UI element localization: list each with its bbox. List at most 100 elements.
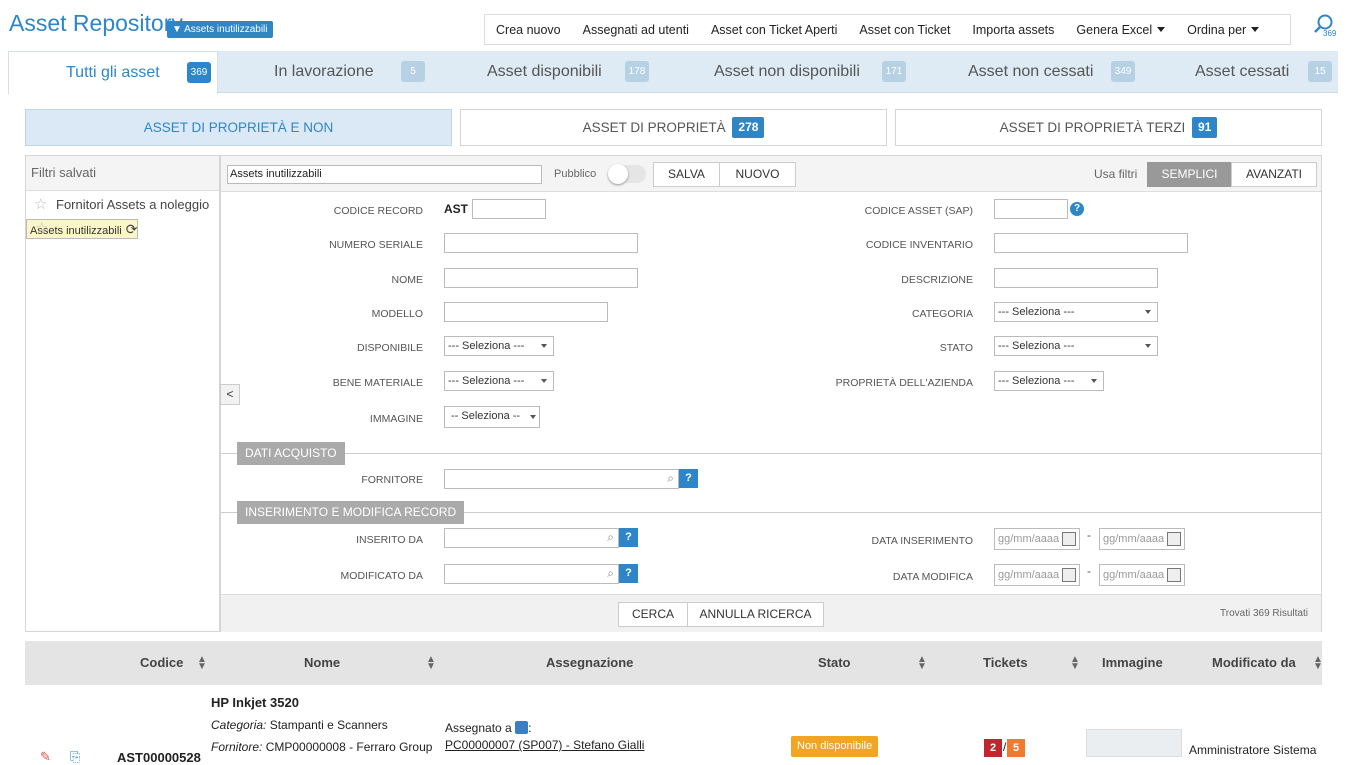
row-name[interactable]: HP Inkjet 3520 — [211, 695, 299, 710]
active-filter-badge[interactable]: ▼ Assets inutilizzabili — [167, 21, 273, 38]
calendar-icon[interactable] — [1062, 568, 1076, 582]
assegnato-link[interactable]: PC00000007 (SP007) - Stefano Gialli — [445, 738, 644, 752]
saved-filter-item[interactable]: ☆ Assets inutilizzabili ⟳ — [26, 219, 139, 239]
help-icon[interactable]: ? — [1070, 202, 1084, 216]
data-inserimento-label: DATA INSERIMENTO — [871, 535, 973, 547]
menu-assegnati[interactable]: Assegnati ad utenti — [572, 23, 700, 37]
menu-crea-nuovo[interactable]: Crea nuovo — [485, 23, 572, 37]
star-icon[interactable]: ☆ — [34, 191, 47, 219]
public-toggle[interactable] — [608, 164, 646, 184]
date-placeholder: gg/mm/aaaa — [1103, 533, 1165, 545]
codice-inventario-input[interactable] — [994, 233, 1188, 253]
copy-icon[interactable]: ⎘ — [70, 749, 80, 765]
proprieta-azienda-select[interactable]: --- Seleziona --- — [994, 371, 1104, 391]
disponibile-select[interactable]: --- Seleziona --- — [444, 336, 554, 356]
row-modificato: Amministratore Sistema — [1189, 743, 1317, 757]
calendar-icon[interactable] — [1167, 532, 1181, 546]
categoria-select[interactable]: --- Seleziona --- — [994, 302, 1158, 322]
filter-name-input[interactable]: Assets inutilizzabili — [227, 165, 542, 184]
asset-thumbnail[interactable] — [1086, 729, 1182, 757]
help-icon[interactable]: ? — [619, 528, 638, 547]
new-button[interactable]: NUOVO — [719, 162, 796, 187]
simple-filters-button[interactable]: SEMPLICI — [1147, 162, 1232, 187]
stato-select[interactable]: --- Seleziona --- — [994, 336, 1158, 356]
public-label: Pubblico — [554, 168, 597, 180]
tab-tutti[interactable]: Tutti gli asset 369 — [8, 51, 218, 94]
proprieta-azienda-label: PROPRIETÀ DELL'AZIENDA — [835, 377, 973, 389]
ownership-own-button[interactable]: ASSET DI PROPRIETÀ 278 — [460, 109, 887, 146]
inserito-da-label: INSERITO DA — [356, 534, 423, 546]
data-inserimento-to[interactable]: gg/mm/aaaa — [1099, 528, 1185, 550]
ownership-all-button[interactable]: ASSET DI PROPRIETÀ E NON — [25, 109, 452, 146]
sort-icon[interactable]: ▲ ▼ — [197, 655, 207, 672]
search-icon[interactable]: ⌕ — [607, 566, 614, 581]
calendar-icon[interactable] — [1167, 568, 1181, 582]
tab-in-lavorazione[interactable]: In lavorazione 5 — [218, 51, 438, 93]
data-modifica-to[interactable]: gg/mm/aaaa — [1099, 564, 1185, 586]
menu-ticket-aperti[interactable]: Asset con Ticket Aperti — [700, 23, 848, 37]
sort-icon[interactable]: ▲ ▼ — [1070, 655, 1080, 672]
row-code[interactable]: AST00000528 — [117, 750, 201, 765]
chevron-down-icon — [530, 415, 536, 419]
codice-asset-label: CODICE ASSET (SAP) — [864, 205, 973, 217]
modello-input[interactable] — [444, 302, 608, 322]
advanced-filters-button[interactable]: AVANZATI — [1231, 162, 1317, 187]
help-icon[interactable]: ? — [619, 564, 638, 583]
col-modificato-da[interactable]: Modificato da — [1212, 641, 1296, 685]
app-title: Asset Repository — [9, 10, 183, 36]
tab-non-disponibili[interactable]: Asset non disponibili 171 — [658, 51, 908, 93]
tab-non-cessati[interactable]: Asset non cessati 349 — [908, 51, 1148, 93]
codice-record-input[interactable] — [472, 199, 546, 219]
calendar-icon[interactable] — [1062, 532, 1076, 546]
refresh-icon[interactable]: ⟳ — [126, 220, 138, 238]
tickets-open-badge[interactable]: 2 — [984, 739, 1002, 757]
save-button[interactable]: SALVA — [653, 162, 720, 187]
menu-genera-excel[interactable]: Genera Excel — [1065, 23, 1176, 37]
search-count: 369 — [1323, 29, 1337, 38]
results-count: Trovati 369 Risultati — [1220, 608, 1308, 619]
menu-con-ticket[interactable]: Asset con Ticket — [848, 23, 961, 37]
nome-input[interactable] — [444, 268, 638, 288]
codice-asset-input[interactable] — [994, 199, 1068, 219]
tab-count: 5 — [401, 61, 425, 82]
search-icon[interactable]: ⌕ — [607, 530, 614, 545]
data-modifica-from[interactable]: gg/mm/aaaa — [994, 564, 1080, 586]
menu-importa[interactable]: Importa assets — [961, 23, 1065, 37]
ownership-third-party-button[interactable]: ASSET DI PROPRIETÀ TERZI 91 — [895, 109, 1322, 146]
sort-icon[interactable]: ▲ ▼ — [1313, 655, 1323, 672]
data-inserimento-from[interactable]: gg/mm/aaaa — [994, 528, 1080, 550]
date-placeholder: gg/mm/aaaa — [998, 569, 1060, 581]
tab-disponibili[interactable]: Asset disponibili 178 — [438, 51, 658, 93]
edit-icon[interactable]: ✎ — [40, 749, 51, 765]
nome-label: NOME — [391, 274, 424, 286]
dati-acquisto-section: DATI ACQUISTO — [237, 442, 345, 465]
chevron-down-icon — [1145, 310, 1151, 314]
search-icon[interactable]: ⌕ — [667, 471, 674, 486]
fornitore-input[interactable]: ⌕ — [444, 469, 679, 489]
tab-cessati[interactable]: Asset cessati 15 — [1148, 51, 1338, 93]
cancel-search-button[interactable]: ANNULLA RICERCA — [687, 602, 824, 627]
stato-label: STATO — [939, 342, 973, 354]
sort-icon[interactable]: ▲ ▼ — [426, 655, 436, 672]
col-tickets[interactable]: Tickets — [983, 641, 1028, 685]
sort-icon[interactable]: ▲ ▼ — [917, 655, 927, 672]
help-icon[interactable]: ? — [679, 469, 698, 488]
select-value: --- Seleziona --- — [448, 340, 525, 352]
star-icon[interactable]: ☆ — [35, 220, 48, 238]
tab-count: 171 — [882, 61, 906, 82]
descrizione-input[interactable] — [994, 268, 1158, 288]
inserito-da-input[interactable]: ⌕ — [444, 528, 619, 548]
collapse-panel-button[interactable]: < — [220, 384, 240, 405]
search-button[interactable]: CERCA — [618, 602, 688, 627]
col-stato[interactable]: Stato — [818, 641, 851, 685]
saved-filter-item[interactable]: ☆ Fornitori Assets a noleggio — [26, 191, 219, 219]
range-dash: - — [1087, 564, 1091, 578]
col-nome[interactable]: Nome — [304, 641, 340, 685]
modificato-da-input[interactable]: ⌕ — [444, 564, 619, 584]
col-codice[interactable]: Codice — [140, 641, 183, 685]
numero-seriale-input[interactable] — [444, 233, 638, 253]
menu-ordina-per[interactable]: Ordina per — [1176, 23, 1270, 37]
immagine-select[interactable]: -- Seleziona -- — [444, 406, 540, 428]
bene-materiale-select[interactable]: --- Seleziona --- — [444, 371, 554, 391]
tickets-total-badge[interactable]: 5 — [1007, 739, 1025, 757]
